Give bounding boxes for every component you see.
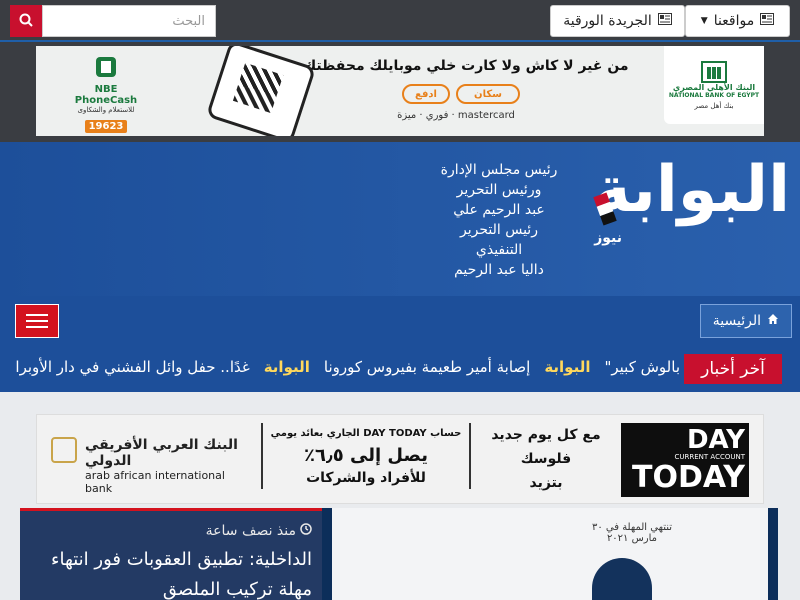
nbe-name-en: NATIONAL BANK OF EGYPT [668,91,760,99]
image-caption: تنتهي المهلة في ٣٠ مارس ٢٠٢١ [591,522,673,544]
logo-subtitle: نيوز [594,230,622,246]
tagline-3: بتزيد [529,475,563,491]
phonecash-name: NBE PhoneCash [74,84,138,106]
ticker-label: آخر أخبار [684,354,782,384]
board-line: رئيس مجلس الإدارة [440,162,558,178]
tagline-1: مع كل يوم جديد [491,427,601,443]
featured-news-image[interactable]: تنتهي المهلة في ٣٠ مارس ٢٠٢١ [322,508,778,600]
board-line: عبد الرحيم علي [453,202,545,218]
caret-down-icon: ▼ [700,16,708,26]
dt-today: TODAY [632,460,745,495]
police-emblem-icon [592,558,652,600]
aaib-name-en: arab african international bank [85,469,225,495]
home-icon [767,313,779,329]
news-time: منذ نصف ساعة [30,523,312,539]
phonecash-block: NBE PhoneCash للاستعلام والشكاوى 19623 [66,56,146,133]
ad-headline: من غير لا كاش ولا كارت خلي موبايلك محفظت… [303,58,629,74]
hamburger-bar [26,314,48,316]
aaib-logo-icon [51,437,77,463]
ticker-item[interactable]: غدًا.. حفل وائل الفشني في دار الأوبرا [15,358,249,376]
menu-toggle-button[interactable] [15,304,59,338]
ticker-item[interactable]: بالوش كبير" [604,358,680,376]
hamburger-bar [26,326,48,328]
board-line: داليا عبد الرحيم [454,262,544,278]
board-line: التنفيذي [475,242,523,258]
offer-1: حساب DAY TODAY الجاري بعائد يومي [270,428,462,439]
news-time-label: منذ نصف ساعة [205,523,296,539]
search-button[interactable] [10,5,42,37]
ad-offer: حساب DAY TODAY الجاري بعائد يومي يصل إلى… [261,423,471,489]
tagline-2: فلوسك [520,451,572,467]
search-input[interactable] [42,5,216,37]
aaib-name-ar: البنك العربي الأفريقي الدولي [85,437,238,469]
nbe-ad-banner[interactable]: البنك الأهلي المصري NATIONAL BANK OF EGY… [36,46,764,136]
ticker-brand: البوابة [263,358,310,376]
ticker-brand: البوابة [544,358,591,376]
image-background: تنتهي المهلة في ٣٠ مارس ٢٠٢١ [332,508,768,600]
nbe-logo-card: البنك الأهلي المصري NATIONAL BANK OF EGY… [664,46,764,124]
clock-icon [300,523,312,539]
ad-tagline: مع كل يوم جديد فلوسك بتزيد [481,423,611,495]
nav-home-link[interactable]: الرئيسية [699,304,792,338]
site-header: البوابة نيوز رئيس مجلس الإدارة ورئيس الت… [0,142,800,296]
top-ad-area: البنك الأهلي المصري NATIONAL BANK OF EGY… [0,42,800,142]
day-today-logo: DAY CURRENT ACCOUNT TODAY [621,423,749,497]
logo-text: البوابة [593,153,790,227]
aaib-brand: البنك العربي الأفريقي الدولي arab africa… [51,437,253,495]
site-logo[interactable]: البوابة نيوز [580,158,790,268]
phonecash-number: 19623 [84,120,128,133]
nbe-name: البنك الأهلي المصري [672,82,756,92]
our-sites-label: مواقعنا [713,13,755,29]
newspaper-icon [760,13,775,29]
print-newspaper-button[interactable]: الجريدة الورقية [550,5,685,37]
pay-pill: ادفع [402,84,450,104]
top-bar: مواقعنا ▼ الجريدة الورقية [0,0,800,42]
offer-2: يصل إلى ٦٫٥٪ [304,445,428,466]
scan-pill: سكان [456,84,520,104]
home-label: الرئيسية [712,313,761,329]
search-icon [19,12,33,31]
breaking-news-ticker: آخر أخبار بالوش كبير" البوابة إصابة أمير… [0,344,800,392]
newspaper-icon [657,13,672,29]
ticker-item[interactable]: إصابة أمير طعيمة بفيروس كورونا [324,358,530,376]
aaib-ad-banner[interactable]: DAY CURRENT ACCOUNT TODAY مع كل يوم جديد… [36,414,764,504]
phonecash-sub: للاستعلام والشكاوى [77,106,135,114]
hamburger-bar [26,320,48,322]
editorial-board: رئيس مجلس الإدارة ورئيس التحرير عبد الرح… [434,160,564,280]
print-newspaper-label: الجريدة الورقية [563,13,652,29]
nbe-logo-icon [701,60,727,83]
main-nav: الرئيسية [0,296,800,344]
nbe-tagline: بنك أهل مصر [694,101,734,110]
ticker-track: بالوش كبير" البوابة إصابة أمير طعيمة بفي… [15,358,680,376]
our-sites-dropdown[interactable]: مواقعنا ▼ [685,5,790,37]
phonecash-icon [96,57,116,77]
payment-logos: mastercard · فوري · ميزة [397,110,515,121]
board-line: ورئيس التحرير [456,182,542,198]
board-line: رئيس التحرير [460,222,538,238]
news-title[interactable]: الداخلية: تطبيق العقوبات فور انتهاء مهلة… [30,545,312,600]
offer-3: للأفراد والشركات [306,470,426,486]
featured-news-card[interactable]: منذ نصف ساعة الداخلية: تطبيق العقوبات فو… [20,508,322,600]
dt-day: DAY [686,425,745,455]
